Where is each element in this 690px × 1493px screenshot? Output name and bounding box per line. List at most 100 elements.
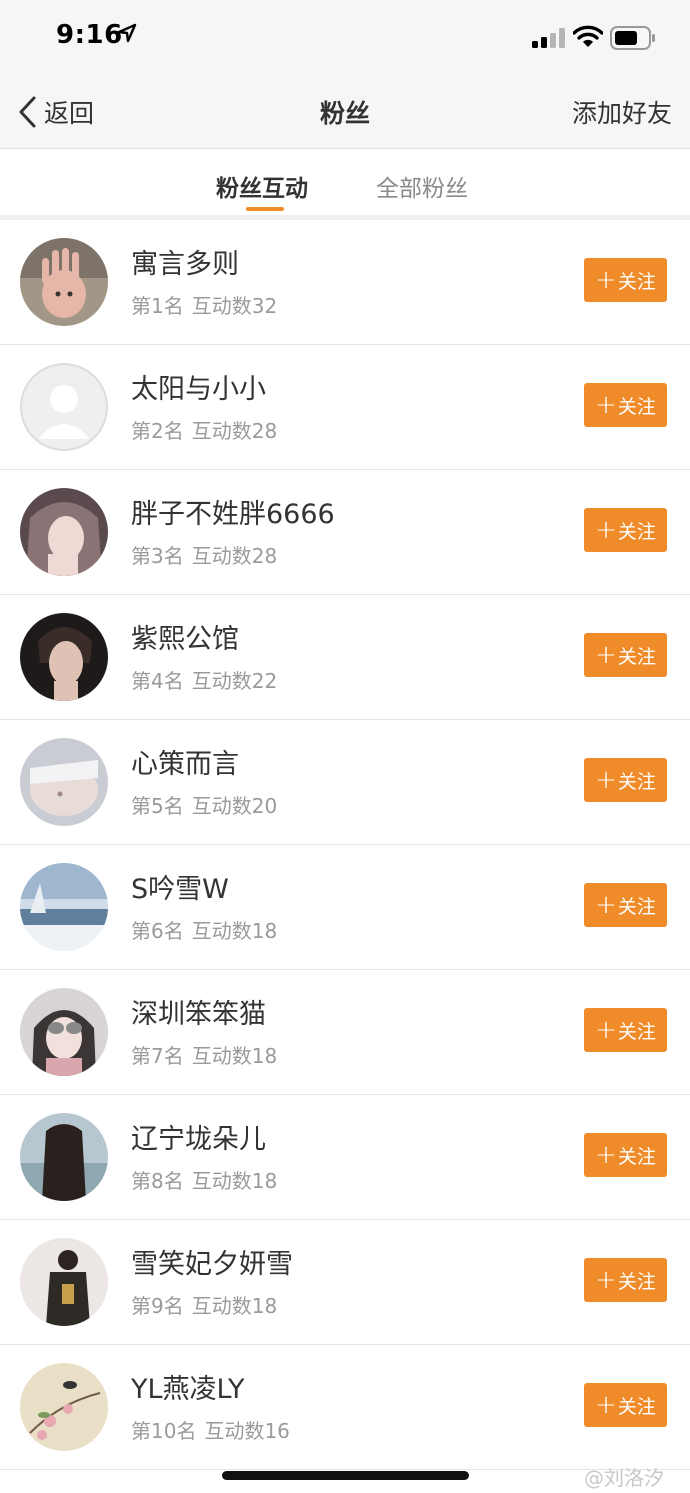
fan-name[interactable]: 太阳与小小 xyxy=(131,367,266,406)
add-friend-button[interactable]: 添加好友 xyxy=(572,94,672,130)
follow-button[interactable]: + 关注 xyxy=(584,883,667,927)
plus-icon: + xyxy=(595,515,617,545)
interaction-count: 互动数20 xyxy=(191,794,278,818)
plus-icon: + xyxy=(595,890,617,920)
interaction-count: 互动数22 xyxy=(191,669,278,693)
list-item[interactable]: 寓言多则 第1名 互动数32 + 关注 xyxy=(0,220,690,345)
avatar[interactable] xyxy=(20,488,108,576)
fan-stats: 第4名 互动数22 xyxy=(131,665,277,694)
follow-button[interactable]: + 关注 xyxy=(584,383,667,427)
wifi-icon xyxy=(573,25,603,47)
follow-label: 关注 xyxy=(617,1395,656,1418)
avatar[interactable] xyxy=(20,238,108,326)
follow-button[interactable]: + 关注 xyxy=(584,633,667,677)
location-arrow-icon xyxy=(117,23,137,43)
list-item[interactable]: 太阳与小小 第2名 互动数28 + 关注 xyxy=(0,345,690,470)
plus-icon: + xyxy=(595,265,617,295)
status-time: 9:16 xyxy=(56,20,123,50)
list-item[interactable]: S吟雪W 第6名 互动数18 + 关注 xyxy=(0,845,690,970)
fan-rank: 第5名 xyxy=(131,794,184,818)
fan-name[interactable]: 心策而言 xyxy=(131,742,239,781)
list-item[interactable]: 深圳笨笨猫 第7名 互动数18 + 关注 xyxy=(0,970,690,1095)
tab-all-fans[interactable]: 全部粉丝 xyxy=(376,169,468,203)
fan-name[interactable]: 雪笑妃夕妍雪 xyxy=(131,1242,293,1281)
fan-rank: 第4名 xyxy=(131,669,184,693)
avatar[interactable] xyxy=(20,613,108,701)
plus-icon: + xyxy=(595,1390,617,1420)
fan-list: 寓言多则 第1名 互动数32 + 关注 太阳与小小 第2名 互动数28 + 关注 胖子不… xyxy=(0,220,690,1470)
list-item[interactable]: YL燕凌LY 第10名 互动数16 + 关注 xyxy=(0,1345,690,1470)
plus-icon: + xyxy=(595,1140,617,1170)
tab-fan-interaction[interactable]: 粉丝互动 xyxy=(216,169,308,203)
fan-rank: 第8名 xyxy=(131,1169,184,1193)
follow-label: 关注 xyxy=(617,1270,656,1293)
avatar[interactable] xyxy=(20,863,108,951)
follow-label: 关注 xyxy=(617,1020,656,1043)
signal-icon xyxy=(532,28,565,48)
fan-name[interactable]: 辽宁垅朵儿 xyxy=(131,1117,266,1156)
fan-stats: 第3名 互动数28 xyxy=(131,540,277,569)
home-indicator[interactable] xyxy=(222,1471,469,1480)
list-item[interactable]: 心策而言 第5名 互动数20 + 关注 xyxy=(0,720,690,845)
watermark: @刘洛汐 xyxy=(584,1466,664,1490)
active-tab-indicator xyxy=(246,207,284,211)
fan-name[interactable]: 深圳笨笨猫 xyxy=(131,992,266,1031)
follow-button[interactable]: + 关注 xyxy=(584,508,667,552)
avatar[interactable] xyxy=(20,988,108,1076)
avatar[interactable] xyxy=(20,1113,108,1201)
avatar[interactable] xyxy=(20,1238,108,1326)
fan-rank: 第2名 xyxy=(131,419,184,443)
fan-name[interactable]: 紫熙公馆 xyxy=(131,617,239,656)
interaction-count: 互动数28 xyxy=(191,419,278,443)
list-item[interactable]: 雪笑妃夕妍雪 第9名 互动数18 + 关注 xyxy=(0,1220,690,1345)
fan-stats: 第1名 互动数32 xyxy=(131,290,277,319)
fan-name[interactable]: 寓言多则 xyxy=(131,242,239,281)
interaction-count: 互动数18 xyxy=(191,919,278,943)
avatar[interactable] xyxy=(20,1363,108,1451)
fan-name[interactable]: YL燕凌LY xyxy=(131,1367,244,1406)
interaction-count: 互动数18 xyxy=(191,1294,278,1318)
list-item[interactable]: 胖子不姓胖6666 第3名 互动数28 + 关注 xyxy=(0,470,690,595)
interaction-count: 互动数28 xyxy=(191,544,278,568)
follow-button[interactable]: + 关注 xyxy=(584,1258,667,1302)
fan-stats: 第6名 互动数18 xyxy=(131,915,277,944)
follow-button[interactable]: + 关注 xyxy=(584,1133,667,1177)
plus-icon: + xyxy=(595,390,617,420)
interaction-count: 互动数18 xyxy=(191,1044,278,1068)
avatar[interactable] xyxy=(20,738,108,826)
fan-stats: 第7名 互动数18 xyxy=(131,1040,277,1069)
fan-rank: 第7名 xyxy=(131,1044,184,1068)
fan-rank: 第1名 xyxy=(131,294,184,318)
nav-bar: 返回 粉丝 添加好友 xyxy=(0,76,690,149)
fan-rank: 第6名 xyxy=(131,919,184,943)
follow-label: 关注 xyxy=(617,645,656,668)
follow-label: 关注 xyxy=(617,895,656,918)
fan-stats: 第8名 互动数18 xyxy=(131,1165,277,1194)
list-item[interactable]: 紫熙公馆 第4名 互动数22 + 关注 xyxy=(0,595,690,720)
fan-stats: 第10名 互动数16 xyxy=(131,1415,290,1444)
fan-name[interactable]: S吟雪W xyxy=(131,867,229,906)
fan-stats: 第9名 互动数18 xyxy=(131,1290,277,1319)
follow-button[interactable]: + 关注 xyxy=(584,1008,667,1052)
avatar[interactable] xyxy=(20,363,108,451)
fan-rank: 第3名 xyxy=(131,544,184,568)
follow-button[interactable]: + 关注 xyxy=(584,258,667,302)
list-item[interactable]: 辽宁垅朵儿 第8名 互动数18 + 关注 xyxy=(0,1095,690,1220)
follow-label: 关注 xyxy=(617,770,656,793)
tab-bar: 粉丝互动 全部粉丝 xyxy=(0,149,690,215)
plus-icon: + xyxy=(595,1265,617,1295)
interaction-count: 互动数32 xyxy=(191,294,278,318)
follow-button[interactable]: + 关注 xyxy=(584,1383,667,1427)
follow-label: 关注 xyxy=(617,520,656,543)
status-bar: 9:16 xyxy=(0,0,690,76)
fan-stats: 第5名 互动数20 xyxy=(131,790,277,819)
interaction-count: 互动数18 xyxy=(191,1169,278,1193)
fan-rank: 第9名 xyxy=(131,1294,184,1318)
follow-label: 关注 xyxy=(617,1145,656,1168)
fan-name[interactable]: 胖子不姓胖6666 xyxy=(131,492,335,531)
fan-rank: 第10名 xyxy=(131,1419,197,1443)
follow-label: 关注 xyxy=(617,270,656,293)
interaction-count: 互动数16 xyxy=(204,1419,290,1443)
follow-button[interactable]: + 关注 xyxy=(584,758,667,802)
fan-stats: 第2名 互动数28 xyxy=(131,415,277,444)
